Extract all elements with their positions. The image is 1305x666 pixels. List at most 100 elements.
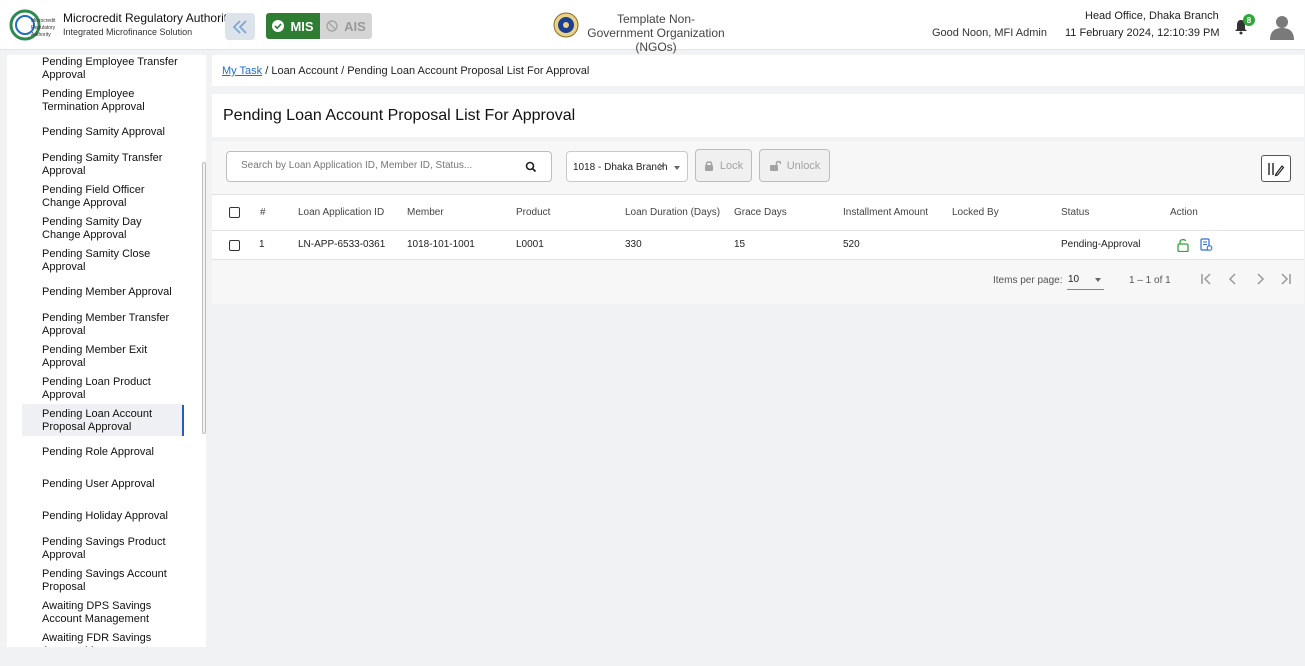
sidebar-item-samity-day-change[interactable]: Pending Samity Day Change Approval	[42, 216, 182, 242]
ais-label: AIS	[344, 18, 366, 34]
title-bar: Pending Loan Account Proposal List For A…	[212, 94, 1304, 137]
chevron-down-icon	[1095, 278, 1101, 282]
next-page-icon[interactable]	[1253, 272, 1267, 286]
unlock-button[interactable]: Unlock	[759, 149, 830, 182]
branch-select-value: 1018 - Dhaka Branch	[573, 162, 668, 173]
search-box	[226, 151, 552, 182]
col-header-duration[interactable]: Loan Duration (Days)	[625, 207, 720, 218]
sidebar-item-field-officer-change[interactable]: Pending Field Officer Change Approval	[42, 184, 182, 210]
chevron-down-icon	[674, 166, 680, 170]
col-header-status[interactable]: Status	[1061, 207, 1089, 218]
items-per-page-value: 10	[1068, 274, 1080, 285]
previous-page-icon[interactable]	[1226, 272, 1240, 286]
module-mis-button[interactable]: MIS	[266, 13, 320, 39]
col-header-no: #	[260, 207, 266, 218]
col-header-grace-days[interactable]: Grace Days	[734, 207, 787, 218]
sidebar-item-employee-transfer[interactable]: Pending Employee Transfer Approval	[42, 56, 182, 82]
table-header: # Loan Application ID Member Product Loa…	[212, 194, 1304, 231]
last-page-icon[interactable]	[1279, 272, 1293, 286]
sidebar-item-samity-close[interactable]: Pending Samity Close Approval	[42, 248, 182, 274]
row-checkbox[interactable]	[229, 240, 240, 251]
org-title: Microcredit Regulatory Authority	[63, 11, 234, 25]
cell-installment: 520	[843, 239, 860, 250]
cell-status: Pending-Approval	[1061, 239, 1141, 250]
double-chevron-left-icon	[232, 19, 247, 34]
column-settings-button[interactable]	[1261, 155, 1291, 182]
sidebar-item-loan-account-proposal[interactable]: Pending Loan Account Proposal Approval	[42, 408, 182, 434]
user-avatar-icon[interactable]	[1269, 14, 1295, 40]
unlock-label: Unlock	[786, 159, 821, 172]
mis-label: MIS	[290, 18, 314, 34]
sidebar-item-member[interactable]: Pending Member Approval	[42, 286, 182, 299]
sidebar-item-holiday[interactable]: Pending Holiday Approval	[42, 510, 182, 523]
sidebar-collapse-button[interactable]	[225, 13, 255, 40]
sidebar-item-employee-termination[interactable]: Pending Employee Termination Approval	[42, 88, 182, 114]
sidebar-item-dps-savings[interactable]: Awaiting DPS Savings Account Management	[42, 600, 182, 626]
current-datetime: 11 February 2024, 12:10:39 PM	[1065, 27, 1220, 39]
cell-loan-app-id: LN-APP-6533-0361	[298, 239, 386, 250]
sidebar-item-samity[interactable]: Pending Samity Approval	[42, 126, 182, 139]
org-subtitle: Integrated Microfinance Solution	[63, 27, 193, 37]
edit-columns-icon	[1268, 162, 1285, 176]
ngo-name: Template Non-Government Organization (NG…	[587, 12, 725, 54]
cell-duration: 330	[625, 239, 642, 250]
items-per-page-label: Items per page:	[993, 275, 1063, 286]
cell-product: L0001	[516, 239, 544, 250]
sidebar-scrollbar[interactable]	[202, 162, 206, 434]
sidebar-item-member-exit[interactable]: Pending Member Exit Approval	[42, 344, 182, 370]
col-header-product[interactable]: Product	[516, 207, 550, 218]
lock-label: Lock	[719, 159, 744, 172]
col-header-action: Action	[1170, 207, 1198, 218]
mra-logo: Microcredit Regulatory Authority	[9, 9, 56, 41]
breadcrumb-my-task-link[interactable]: My Task	[222, 65, 262, 77]
current-branch: Head Office, Dhaka Branch	[1085, 10, 1219, 22]
sidebar-item-member-transfer[interactable]: Pending Member Transfer Approval	[42, 312, 182, 338]
main-panel: 1018 - Dhaka Branch × Lock Unlock # Loan…	[212, 141, 1304, 304]
col-header-installment[interactable]: Installment Amount	[843, 207, 928, 218]
branch-select[interactable]: 1018 - Dhaka Branch ×	[566, 151, 688, 182]
breadcrumb-current: Pending Loan Account Proposal List For A…	[347, 65, 590, 77]
sidebar-item-savings-account-proposal[interactable]: Pending Savings Account Proposal	[42, 568, 182, 594]
sidebar-item-samity-transfer[interactable]: Pending Samity Transfer Approval	[42, 152, 182, 178]
logo-text-3: Authority	[31, 32, 51, 38]
logo-text-1: Microcredit	[31, 18, 56, 24]
search-input[interactable]	[241, 160, 511, 171]
search-icon[interactable]	[525, 161, 537, 173]
user-greeting: Good Noon, MFI Admin	[932, 27, 1047, 39]
unlock-icon	[769, 160, 781, 171]
pagination: Items per page: 10 1 – 1 of 1	[212, 261, 1304, 301]
col-header-locked-by[interactable]: Locked By	[952, 207, 999, 218]
notification-count-badge: 8	[1243, 14, 1255, 26]
lock-button[interactable]: Lock	[695, 149, 752, 182]
select-all-checkbox[interactable]	[229, 207, 240, 218]
lock-icon	[704, 161, 713, 171]
cell-no: 1	[259, 239, 265, 250]
top-header: Microcredit Regulatory Authority Microcr…	[0, 0, 1305, 54]
col-header-member[interactable]: Member	[407, 207, 444, 218]
page-range: 1 – 1 of 1	[1129, 275, 1171, 286]
ngo-seal-icon	[553, 12, 579, 38]
lock-open-icon[interactable]	[1177, 238, 1189, 252]
logo-text-2: Regulatory	[31, 25, 56, 31]
view-details-icon[interactable]	[1200, 238, 1213, 252]
clear-icon[interactable]: ×	[658, 159, 665, 173]
col-header-loan-app-id[interactable]: Loan Application ID	[298, 207, 384, 218]
page-title: Pending Loan Account Proposal List For A…	[223, 107, 576, 124]
sidebar-item-savings-product[interactable]: Pending Savings Product Approval	[42, 536, 182, 562]
module-ais-button[interactable]: AIS	[320, 13, 372, 39]
sidebar-item-fdr-savings[interactable]: Awaiting FDR Savings Account Management	[42, 632, 182, 647]
sidebar-active-indicator	[182, 405, 184, 436]
sidebar-item-loan-product[interactable]: Pending Loan Product Approval	[42, 376, 182, 402]
cell-member: 1018-101-1001	[407, 239, 475, 250]
table-row[interactable]: 1 LN-APP-6533-0361 1018-101-1001 L0001 3…	[212, 231, 1304, 260]
sidebar: Pending Employee Transfer Approval Pendi…	[7, 55, 206, 647]
items-per-page-select[interactable]: 10	[1067, 270, 1104, 290]
sidebar-item-role[interactable]: Pending Role Approval	[42, 446, 182, 459]
breadcrumb: My Task / Loan Account / Pending Loan Ac…	[222, 65, 589, 77]
cell-grace-days: 15	[734, 239, 746, 250]
sidebar-item-user[interactable]: Pending User Approval	[42, 478, 182, 491]
breadcrumb-bar: My Task / Loan Account / Pending Loan Ac…	[212, 55, 1304, 86]
check-circle-icon	[272, 20, 285, 32]
breadcrumb-loan-account: Loan Account	[271, 65, 338, 77]
first-page-icon[interactable]	[1199, 272, 1213, 286]
